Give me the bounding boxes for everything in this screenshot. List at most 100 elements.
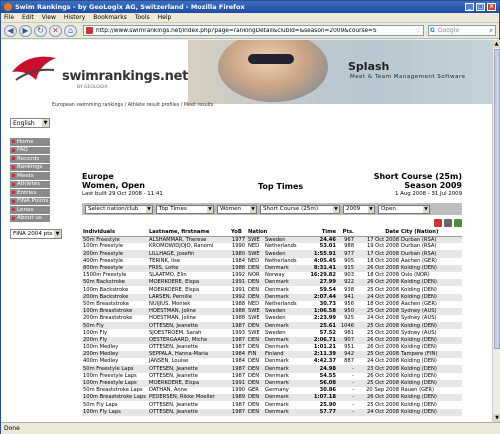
table-row[interactable]: 100m Medley OTTESEN, Jeanette 1987 DEN Denma…: [82, 343, 463, 351]
chevron-down-icon[interactable]: ▼: [54, 230, 61, 238]
table-cell[interactable]: Rauen (GER): [400, 386, 463, 395]
table-cell[interactable]: 1500m Freestyle: [82, 271, 148, 280]
breadcrumb[interactable]: European swimming rankings / Athlete res…: [52, 103, 213, 108]
table-cell[interactable]: Sydney (AUS): [400, 307, 463, 316]
sidebar-item-fina-points[interactable]: FINA Points: [10, 197, 50, 206]
menu-view[interactable]: View: [42, 14, 56, 21]
table-cell[interactable]: MOERKOERE, Elspa: [148, 379, 230, 387]
table-row[interactable]: 50m Freestyle ALSHAMMAR, Therese 1977 SWE Sw…: [82, 236, 463, 244]
table-cell[interactable]: 400m Freestyle: [82, 257, 148, 265]
table-cell[interactable]: FRIIS, Lotte: [148, 264, 230, 272]
table-cell[interactable]: 200m Medley: [82, 351, 148, 359]
table-cell[interactable]: 200m Breaststroke: [82, 315, 148, 323]
table-cell[interactable]: 100m Freestyle Laps: [82, 372, 148, 380]
table-cell[interactable]: DATHAN, Anne: [148, 386, 230, 395]
table-cell[interactable]: Kolding (DEN): [400, 372, 463, 380]
menu-file[interactable]: File: [4, 14, 14, 21]
table-cell[interactable]: 100m Medley: [82, 343, 148, 351]
sidebar-item-athletes[interactable]: Athletes: [10, 180, 50, 189]
table-row[interactable]: 100m Backstroke MOERKOERE, Elspa 1991 DEN De…: [82, 286, 463, 294]
sidebar-item-faq[interactable]: FAQ: [10, 146, 50, 155]
table-cell[interactable]: OTTESEN, Jeanette: [148, 408, 230, 416]
back-icon[interactable]: ◀: [4, 24, 17, 37]
table-row[interactable]: 100m Freestyle Laps OTTESEN, Jeanette 1987…: [82, 372, 463, 380]
table-cell[interactable]: ALSHAMMAR, Therese: [148, 236, 230, 244]
table-cell[interactable]: Sydney (AUS): [400, 329, 463, 337]
url-bar[interactable]: http://www.swimrankings.net/index.php?pa…: [83, 25, 424, 36]
table-row[interactable]: 100m Fly Laps OTTESEN, Jeanette 1987 DEN Den…: [82, 408, 463, 416]
chevron-down-icon[interactable]: ▼: [207, 205, 213, 213]
minimize-button[interactable]: _: [465, 3, 474, 11]
table-cell[interactable]: 50m Breaststroke: [82, 300, 148, 308]
table-row[interactable]: 50m Breaststroke Laps DATHAN, Anne 1990 GER…: [82, 386, 463, 395]
table-row[interactable]: 400m Medley JANSEN, Louise 1984 DEN Denmark 4…: [82, 358, 463, 366]
search-icon[interactable]: ⌕: [490, 27, 493, 35]
table-cell[interactable]: Kolding (DEN): [400, 408, 463, 416]
table-cell[interactable]: 100m Backstroke: [82, 286, 148, 294]
table-row[interactable]: 200m Backstroke LARSEN, Pernille 1992 DEN De…: [82, 293, 463, 301]
table-cell[interactable]: 200m Backstroke: [82, 293, 148, 301]
table-cell[interactable]: OTTESEN, Jeanette: [148, 365, 230, 373]
table-cell[interactable]: Kolding (DEN): [400, 358, 463, 366]
table-cell[interactable]: SEPPALA, Hanna-Maria: [148, 351, 230, 359]
table-cell[interactable]: 100m Freestyle: [82, 243, 148, 251]
table-cell[interactable]: Kolding (DEN): [400, 343, 463, 351]
table-row[interactable]: 100m Freestyle KROMOWIDJOJO, Ranomi 1990 NE…: [82, 243, 463, 251]
table-cell[interactable]: Kolding (DEN): [400, 322, 463, 330]
maximize-button[interactable]: □: [476, 3, 485, 11]
gender-select[interactable]: Women ▼: [217, 204, 257, 214]
table-cell[interactable]: SJOESTROEM, Sarah: [148, 329, 230, 337]
table-cell[interactable]: JANSEN, Louise: [148, 358, 230, 366]
table-row[interactable]: 50m Breaststroke NUIJIUS, Moniek 1988 NED Ne…: [82, 300, 463, 308]
table-cell[interactable]: 100m Fly: [82, 329, 148, 337]
table-cell[interactable]: Aachen (GER): [400, 257, 463, 265]
age-select[interactable]: Open ▼: [378, 204, 430, 214]
chevron-down-icon[interactable]: ▼: [423, 205, 429, 213]
table-row[interactable]: 200m Medley SEPPALA, Hanna-Maria 1984 FIN Fi…: [82, 351, 463, 359]
language-select[interactable]: English ▼: [10, 118, 50, 128]
table-cell[interactable]: Kolding (DEN): [400, 293, 463, 301]
type-select[interactable]: Top Times ▼: [156, 204, 214, 214]
table-cell[interactable]: MOERKOERE, Elspa: [148, 286, 230, 294]
table-cell[interactable]: PEDERSEN, Rikke Moeller: [148, 394, 230, 402]
menu-help[interactable]: Help: [158, 14, 172, 21]
table-row[interactable]: 800m Freestyle FRIIS, Lotte 1988 DEN Denmark…: [82, 264, 463, 272]
season-select[interactable]: 2009 ▼: [343, 204, 375, 214]
table-cell[interactable]: HOESTMAN, Joline: [148, 315, 230, 323]
sidebar-item-about[interactable]: About us: [10, 214, 50, 223]
table-row[interactable]: 200m Breaststroke HOESTMAN, Joline 1988 SWE…: [82, 315, 463, 323]
table-cell[interactable]: Durban (RSA): [400, 250, 463, 258]
table-row[interactable]: 50m Fly OTTESEN, Jeanette 1987 DEN Denmark 25…: [82, 322, 463, 330]
table-cell[interactable]: Sydney (AUS): [400, 315, 463, 323]
chevron-down-icon[interactable]: ▼: [42, 119, 49, 127]
search-box[interactable]: G Google ⌕: [428, 25, 496, 36]
table-row[interactable]: 1500m Freestyle SLAATMO, Elin 1992 NOR Norwa…: [82, 271, 463, 280]
reload-icon[interactable]: ↻: [34, 24, 47, 37]
table-cell[interactable]: 100m Breaststroke: [82, 307, 148, 316]
table-cell[interactable]: NUIJIUS, Moniek: [148, 300, 230, 308]
sidebar-item-meets[interactable]: Meets: [10, 172, 50, 181]
club-select[interactable]: Select nation/club ▼: [85, 204, 153, 214]
table-cell[interactable]: Durban (RSA): [400, 236, 463, 244]
table-cell[interactable]: TERINK, Ilse: [148, 257, 230, 265]
table-cell[interactable]: Kolding (DEN): [400, 401, 463, 409]
menu-bookmarks[interactable]: Bookmarks: [93, 14, 127, 21]
table-cell[interactable]: Kolding (DEN): [400, 379, 463, 387]
table-cell[interactable]: OTTESEN, Jeanette: [148, 343, 230, 351]
sidebar-item-records[interactable]: Records: [10, 155, 50, 164]
table-cell[interactable]: Oslo (NOR): [400, 271, 463, 280]
brand-name[interactable]: swimrankings.net: [62, 69, 188, 84]
pdf-icon[interactable]: [434, 219, 442, 227]
table-row[interactable]: 100m Breaststroke Laps PEDERSEN, Rikke Mo…: [82, 394, 463, 402]
table-cell[interactable]: Kolding (DEN): [400, 264, 463, 272]
fina-points-select[interactable]: FINA 2004 pts ▼: [10, 229, 62, 239]
table-cell[interactable]: 50m Backstroke: [82, 279, 148, 287]
scroll-down-icon[interactable]: ▼: [493, 414, 500, 422]
table-cell[interactable]: 50m Fly: [82, 322, 148, 330]
table-cell[interactable]: 400m Medley: [82, 358, 148, 366]
forward-icon[interactable]: ▶: [19, 24, 32, 37]
table-row[interactable]: 100m Freestyle Laps MOERKOERE, Elspa 1991 D…: [82, 379, 463, 387]
table-cell[interactable]: 50m Breaststroke Laps: [82, 386, 148, 395]
table-cell[interactable]: OTTESEN, Jeanette: [148, 322, 230, 330]
home-icon[interactable]: ⌂: [64, 24, 77, 37]
